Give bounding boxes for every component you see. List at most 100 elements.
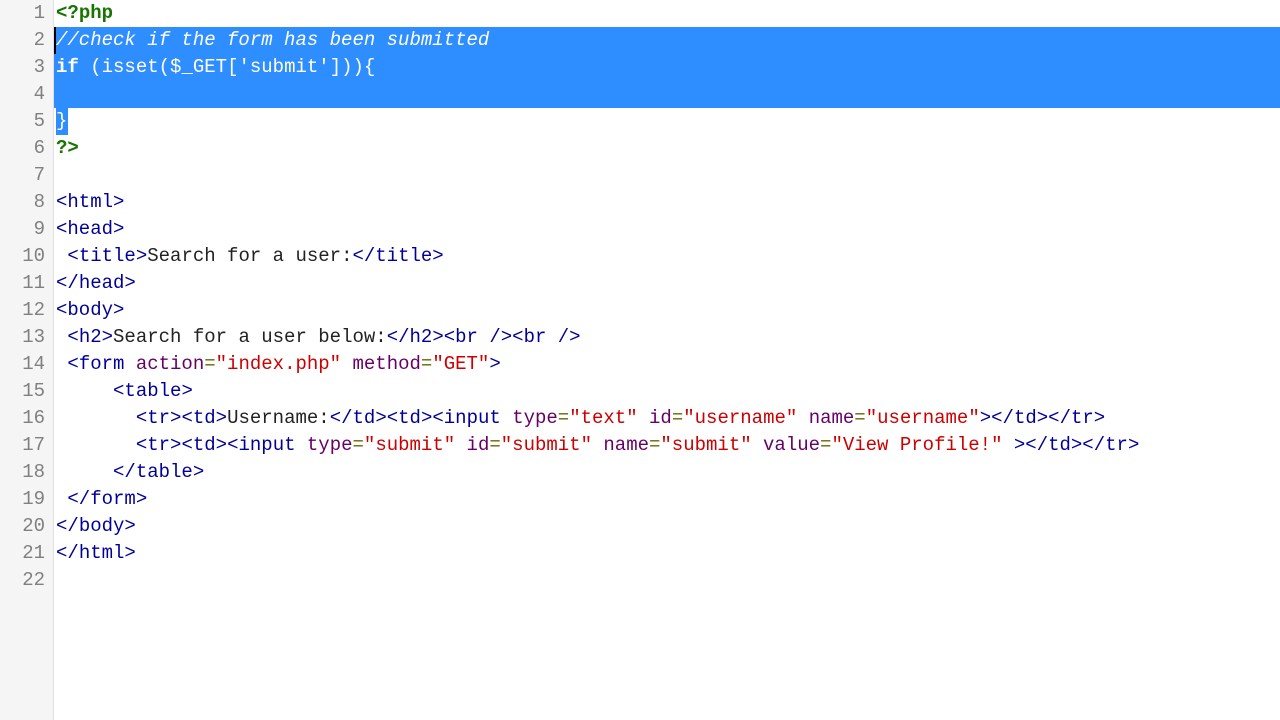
code-token: "submit" <box>364 434 455 456</box>
line-number[interactable]: 2 <box>0 27 47 54</box>
code-token <box>341 353 352 375</box>
code-line[interactable]: <table> <box>54 378 1280 405</box>
code-token: head <box>79 272 125 294</box>
line-number[interactable]: 18 <box>0 459 47 486</box>
code-line[interactable]: <html> <box>54 189 1280 216</box>
code-token: = <box>649 434 660 456</box>
line-number[interactable]: 7 <box>0 162 47 189</box>
line-number[interactable]: 21 <box>0 540 47 567</box>
code-line[interactable]: ?> <box>54 135 1280 162</box>
code-line[interactable]: </html> <box>54 540 1280 567</box>
line-number[interactable]: 1 <box>0 0 47 27</box>
code-line[interactable]: </head> <box>54 270 1280 297</box>
code-token: ) <box>341 56 352 78</box>
code-token: = <box>854 407 865 429</box>
code-line[interactable]: <title>Search for a user:</title> <box>54 243 1280 270</box>
line-number[interactable]: 13 <box>0 324 47 351</box>
code-token <box>56 461 113 483</box>
code-token: </ <box>56 272 79 294</box>
code-line[interactable]: <?php <box>54 0 1280 27</box>
code-token: form <box>79 353 136 375</box>
code-token <box>56 353 67 375</box>
code-token: ( <box>159 56 170 78</box>
code-token: ?> <box>56 137 79 159</box>
code-line[interactable]: //check if the form has been submitted <box>54 27 1280 54</box>
code-line[interactable]: </table> <box>54 459 1280 486</box>
line-number[interactable]: 6 <box>0 135 47 162</box>
code-token: "submit" <box>660 434 751 456</box>
code-token: < <box>67 245 78 267</box>
code-token: br <box>524 326 558 348</box>
line-number[interactable]: 15 <box>0 378 47 405</box>
code-token: h2 <box>79 326 102 348</box>
line-number[interactable]: 12 <box>0 297 47 324</box>
code-token: = <box>204 353 215 375</box>
code-token <box>56 245 67 267</box>
code-token: h2 <box>410 326 433 348</box>
code-token <box>797 407 808 429</box>
code-token: { <box>364 56 375 78</box>
code-token: type <box>307 434 353 456</box>
code-token: < <box>136 407 147 429</box>
code-token: action <box>136 353 204 375</box>
line-number[interactable]: 10 <box>0 243 47 270</box>
code-token: head <box>67 218 113 240</box>
code-token: td <box>1048 434 1071 456</box>
code-token: Search for a user below: <box>113 326 387 348</box>
code-editor[interactable]: 12345678910111213141516171819202122 <?ph… <box>0 0 1280 720</box>
code-line[interactable]: <tr><td><input type="submit" id="submit"… <box>54 432 1280 459</box>
line-number-gutter[interactable]: 12345678910111213141516171819202122 <box>0 0 54 720</box>
code-token: $_GET <box>170 56 227 78</box>
code-token: td <box>193 434 216 456</box>
line-number[interactable]: 16 <box>0 405 47 432</box>
code-line[interactable]: <form action="index.php" method="GET"> <box>54 351 1280 378</box>
line-number[interactable]: 22 <box>0 567 47 594</box>
code-token: >< <box>421 407 444 429</box>
line-number[interactable]: 17 <box>0 432 47 459</box>
code-token <box>56 380 113 402</box>
code-token: value <box>763 434 820 456</box>
code-line[interactable]: </form> <box>54 486 1280 513</box>
code-line[interactable]: <body> <box>54 297 1280 324</box>
code-token: 'submit' <box>238 56 329 78</box>
code-token <box>638 407 649 429</box>
code-line[interactable] <box>54 162 1280 189</box>
code-line[interactable]: } <box>54 108 1280 135</box>
line-number[interactable]: 11 <box>0 270 47 297</box>
code-line[interactable] <box>54 567 1280 594</box>
code-line[interactable]: <tr><td>Username:</td><td><input type="t… <box>54 405 1280 432</box>
code-token: /> <box>558 326 581 348</box>
code-token: ></ <box>1002 434 1048 456</box>
code-token: </ <box>56 542 79 564</box>
code-token: ( <box>90 56 101 78</box>
code-token: input <box>444 407 512 429</box>
code-line[interactable] <box>54 81 1280 108</box>
code-token: </ <box>56 515 79 537</box>
line-number[interactable]: 4 <box>0 81 47 108</box>
code-token: "index.php" <box>216 353 341 375</box>
code-token: </ <box>330 407 353 429</box>
code-line[interactable]: <h2>Search for a user below:</h2><br /><… <box>54 324 1280 351</box>
line-number[interactable]: 8 <box>0 189 47 216</box>
line-number[interactable]: 19 <box>0 486 47 513</box>
line-number[interactable]: 3 <box>0 54 47 81</box>
code-token: >< <box>375 407 398 429</box>
code-token: //check if the form has been submitted <box>56 29 489 51</box>
code-token: > <box>136 245 147 267</box>
code-token: > <box>136 488 147 510</box>
code-area[interactable]: <?php//check if the form has been submit… <box>54 0 1280 720</box>
code-token: > <box>113 218 124 240</box>
code-line[interactable]: if (isset($_GET['submit'])){ <box>54 54 1280 81</box>
code-token: >< <box>170 434 193 456</box>
line-number[interactable]: 20 <box>0 513 47 540</box>
code-line[interactable]: <head> <box>54 216 1280 243</box>
code-line[interactable]: </body> <box>54 513 1280 540</box>
line-number[interactable]: 5 <box>0 108 47 135</box>
code-token: > <box>124 515 135 537</box>
code-token: <? <box>56 2 79 24</box>
line-number[interactable]: 14 <box>0 351 47 378</box>
code-token: </ <box>67 488 90 510</box>
code-token: php <box>79 2 113 24</box>
line-number[interactable]: 9 <box>0 216 47 243</box>
code-token: >< <box>170 407 193 429</box>
